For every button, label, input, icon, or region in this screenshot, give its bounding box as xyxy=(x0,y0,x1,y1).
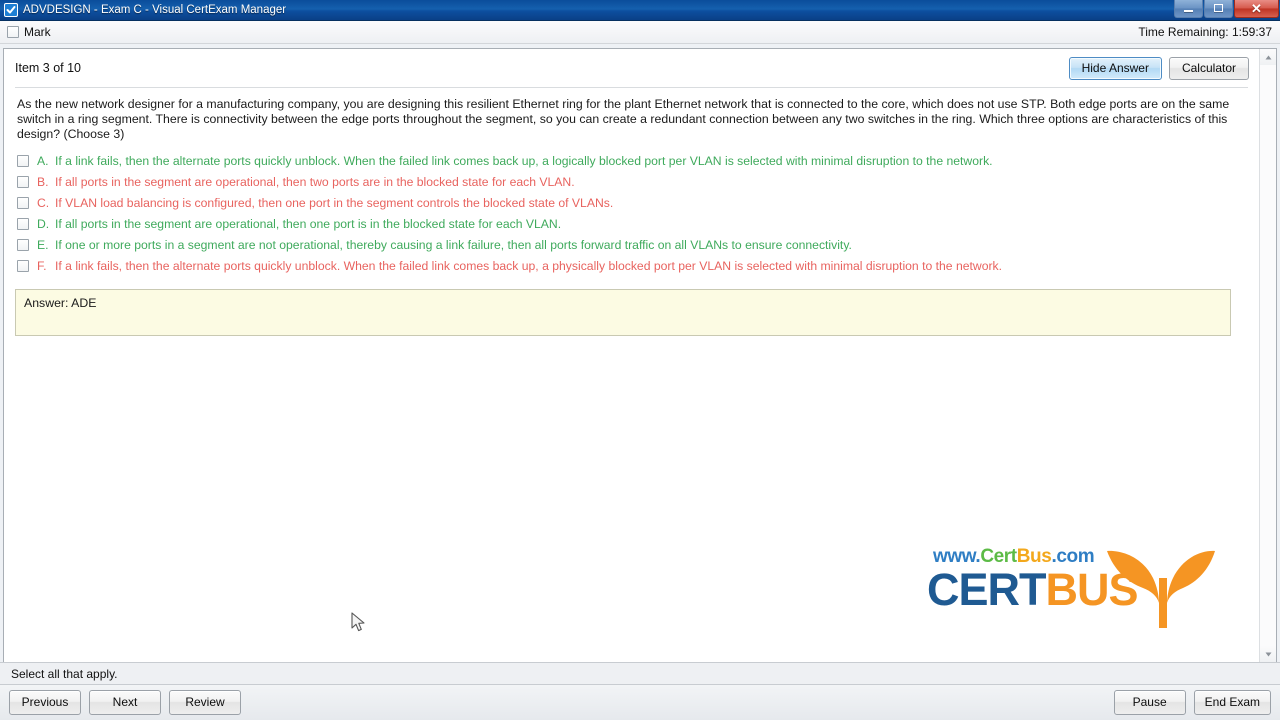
option-text: If all ports in the segment are operatio… xyxy=(55,175,575,189)
logo-bird-icon xyxy=(1107,550,1215,628)
option-letter: A. xyxy=(37,154,49,168)
review-button[interactable]: Review xyxy=(169,690,241,715)
scroll-up-button[interactable] xyxy=(1260,49,1276,65)
answer-section: Answer: ADE xyxy=(4,277,1259,336)
close-button[interactable]: ✕ xyxy=(1234,0,1279,18)
item-header-row: Item 3 of 10 Hide Answer Calculator xyxy=(4,49,1259,87)
item-counter: Item 3 of 10 xyxy=(15,61,82,75)
option-row[interactable]: C. If VLAN load balancing is configured,… xyxy=(17,193,1249,214)
option-checkbox-f[interactable] xyxy=(17,260,29,272)
option-letter: B. xyxy=(37,175,49,189)
header-button-group: Hide Answer Calculator xyxy=(1068,56,1249,80)
answer-options-list: A. If a link fails, then the alternate p… xyxy=(4,148,1259,277)
option-checkbox-e[interactable] xyxy=(17,239,29,251)
mark-checkbox-group[interactable]: Mark xyxy=(7,25,51,39)
status-text: Select all that apply. xyxy=(11,666,118,681)
hide-answer-button[interactable]: Hide Answer xyxy=(1068,56,1162,80)
title-bar: ADVDESIGN - Exam C - Visual CertExam Man… xyxy=(0,0,1280,21)
option-row[interactable]: B. If all ports in the segment are opera… xyxy=(17,172,1249,193)
option-text: If all ports in the segment are operatio… xyxy=(55,217,562,231)
maximize-button[interactable] xyxy=(1204,0,1233,18)
navigation-bar: Previous Next Review Pause End Exam xyxy=(0,684,1280,720)
question-text: As the new network designer for a manufa… xyxy=(17,97,1230,141)
status-bar: Select all that apply. xyxy=(0,662,1280,684)
option-letter: E. xyxy=(37,238,49,252)
option-row[interactable]: D. If all ports in the segment are opera… xyxy=(17,214,1249,235)
option-text: If one or more ports in a segment are no… xyxy=(55,238,852,252)
time-remaining: Time Remaining: 1:59:37 xyxy=(1138,25,1272,39)
calculator-button[interactable]: Calculator xyxy=(1168,56,1249,80)
option-checkbox-d[interactable] xyxy=(17,218,29,230)
maximize-icon xyxy=(1214,4,1223,12)
chevron-down-icon xyxy=(1265,652,1271,656)
window-controls: ✕ xyxy=(1173,0,1279,21)
scrollbar-track[interactable] xyxy=(1260,65,1276,646)
window-title: ADVDESIGN - Exam C - Visual CertExam Man… xyxy=(23,3,287,16)
scroll-down-button[interactable] xyxy=(1260,646,1276,662)
exam-application-window: ADVDESIGN - Exam C - Visual CertExam Man… xyxy=(0,0,1280,720)
option-letter: F. xyxy=(37,259,47,273)
option-checkbox-b[interactable] xyxy=(17,176,29,188)
option-row[interactable]: E. If one or more ports in a segment are… xyxy=(17,235,1249,256)
option-row[interactable]: A. If a link fails, then the alternate p… xyxy=(17,151,1249,172)
question-content-area: Item 3 of 10 Hide Answer Calculator As t… xyxy=(4,49,1259,662)
option-letter: C. xyxy=(37,196,50,210)
option-checkbox-a[interactable] xyxy=(17,155,29,167)
certbus-logo: www.CertBus.com CERTBUS xyxy=(927,546,1217,634)
logo-wordmark-cert: CERT xyxy=(927,564,1046,615)
answer-box: Answer: ADE xyxy=(15,289,1231,336)
mark-checkbox[interactable] xyxy=(7,26,19,38)
mark-label: Mark xyxy=(24,25,51,39)
close-icon: ✕ xyxy=(1251,0,1262,16)
minimize-button[interactable] xyxy=(1174,0,1203,18)
mark-bar: Mark Time Remaining: 1:59:37 xyxy=(0,21,1280,44)
next-button[interactable]: Next xyxy=(89,690,161,715)
chevron-up-icon xyxy=(1265,55,1271,59)
option-text: If a link fails, then the alternate port… xyxy=(55,154,993,168)
mouse-cursor-icon xyxy=(351,612,365,632)
option-text: If VLAN load balancing is configured, th… xyxy=(55,196,614,210)
exam-panel: Item 3 of 10 Hide Answer Calculator As t… xyxy=(3,48,1277,662)
option-text: If a link fails, then the alternate port… xyxy=(55,259,1003,273)
vertical-scrollbar[interactable] xyxy=(1259,49,1276,662)
pause-button[interactable]: Pause xyxy=(1113,690,1186,715)
end-exam-button[interactable]: End Exam xyxy=(1193,690,1271,715)
option-row[interactable]: F. If a link fails, then the alternate p… xyxy=(17,256,1249,277)
minimize-icon xyxy=(1184,9,1193,12)
option-checkbox-c[interactable] xyxy=(17,197,29,209)
previous-button[interactable]: Previous xyxy=(9,690,81,715)
option-letter: D. xyxy=(37,217,50,231)
checkbox-icon xyxy=(4,3,18,17)
